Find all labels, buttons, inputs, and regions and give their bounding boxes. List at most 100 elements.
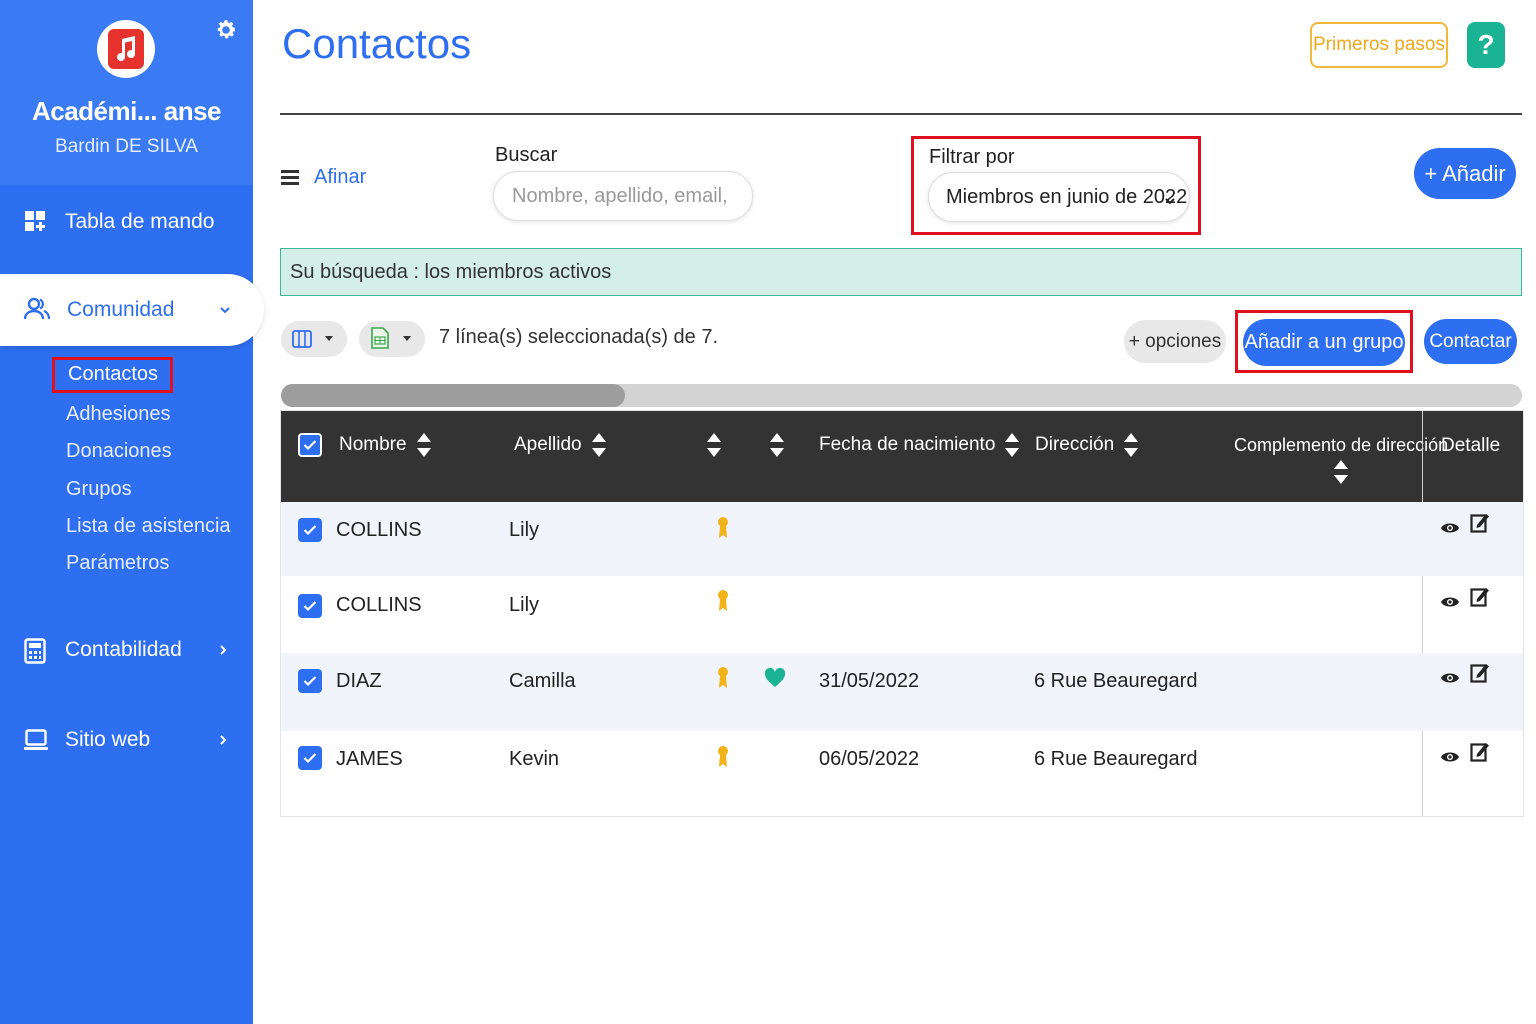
table-row[interactable]: JAMES Kevin 06/05/2022 6 Rue Beauregard [281,731,1523,811]
org-logo[interactable] [97,20,155,78]
more-options-button[interactable]: + opciones [1124,320,1226,363]
refine-label: Afinar [314,166,367,188]
sidebar-item-memberships[interactable]: Adhesiones [66,403,171,426]
col-birth-header[interactable]: Fecha de nacimiento [819,433,1020,457]
calculator-icon [24,638,48,664]
sort-icon [1124,433,1139,457]
user-name: Bardin DE SILVA [55,136,198,157]
add-to-group-button[interactable]: Añadir a un grupo [1243,319,1405,366]
row-birthdate: 31/05/2022 [819,670,920,692]
col-surname-header[interactable]: Apellido [514,433,606,457]
header-divider [280,113,1522,115]
filter-select[interactable]: Miembros en junio de 2022 [928,172,1190,222]
award-ribbon-icon [717,516,737,538]
row-surname: Camilla [509,670,576,692]
menu-icon [281,169,299,186]
col-address-header[interactable]: Dirección [1035,433,1139,457]
music-note-icon [108,29,144,69]
nav-accounting-label: Contabilidad [65,638,182,661]
col-badge-header[interactable] [707,433,721,457]
eye-icon[interactable] [1440,521,1460,541]
nav-accounting[interactable]: Contabilidad [0,620,253,680]
sidebar-item-settings[interactable]: Parámetros [66,552,169,575]
scrollbar-thumb[interactable] [281,384,625,407]
contacts-table: Nombre Apellido Fecha de nacimiento Dire… [280,410,1524,817]
edit-icon[interactable] [1470,741,1490,762]
horizontal-scrollbar[interactable] [281,384,1522,407]
search-label: Buscar [495,144,558,166]
caret-down-icon [403,336,411,341]
sidebar-item-groups[interactable]: Grupos [66,478,132,501]
nav-community-label: Comunidad [67,298,175,321]
first-steps-button[interactable]: Primeros pasos [1310,22,1448,68]
row-name: COLLINS [336,594,422,616]
chevron-down-icon [218,303,232,317]
eye-icon[interactable] [1440,671,1460,691]
chevron-right-icon [216,733,230,747]
nav-website[interactable]: Sitio web [0,710,253,770]
sidebar-header: Académi... anse Bardin DE SILVA [0,0,253,185]
add-button[interactable]: + Añadir [1414,148,1516,199]
row-name: DIAZ [336,670,382,692]
row-checkbox[interactable] [298,746,322,770]
search-summary-banner: Su búsqueda : los miembros activos [280,248,1522,296]
select-all-checkbox[interactable] [298,433,322,457]
table-header: Nombre Apellido Fecha de nacimiento Dire… [281,411,1523,502]
heart-icon [764,667,786,687]
award-ribbon-icon [717,666,737,688]
refine-toggle[interactable]: Afinar [281,166,366,189]
sidebar: Académi... anse Bardin DE SILVA Tabla de… [0,0,264,1024]
nav-website-label: Sitio web [65,728,151,751]
col-address-label: Dirección [1035,434,1115,455]
eye-icon[interactable] [1440,750,1460,770]
sort-icon [770,433,784,457]
row-surname: Lily [509,594,540,616]
table-row[interactable]: COLLINS Lily [281,502,1523,576]
col-heart-header[interactable] [770,433,784,457]
sort-icon [1334,460,1349,484]
nav-dashboard-label: Tabla de mando [65,210,215,233]
sort-icon [1005,433,1020,457]
sort-icon [591,433,606,457]
sidebar-item-attendance[interactable]: Lista de asistencia [66,515,231,538]
col-address2-label: Complemento de dirección [1234,435,1449,455]
col-name-header[interactable]: Nombre [339,433,431,457]
filter-select-value: Miembros en junio de 2022 [946,185,1188,208]
export-dropdown[interactable] [359,321,425,357]
table-row[interactable]: DIAZ Camilla 31/05/2022 6 Rue Beauregard [281,653,1523,731]
dashboard-grid-icon [24,210,48,234]
nav-community[interactable]: Comunidad [0,274,264,346]
monitor-icon [24,728,48,752]
col-detail-label: Detalle [1441,435,1501,456]
sort-icon [707,433,721,457]
col-birth-label: Fecha de nacimiento [819,434,996,455]
row-surname: Kevin [509,748,560,770]
col-address2-header[interactable]: Complemento de dirección [1234,435,1448,484]
row-checkbox[interactable] [298,518,322,542]
columns-dropdown[interactable] [281,321,347,357]
contact-button[interactable]: Contactar [1424,319,1517,364]
row-address: 6 Rue Beauregard [1034,670,1198,692]
row-address: 6 Rue Beauregard [1034,748,1198,770]
edit-icon[interactable] [1470,586,1490,607]
chevron-down-icon [1163,191,1177,205]
row-checkbox[interactable] [298,594,322,618]
gear-icon[interactable] [214,18,238,42]
table-row[interactable]: COLLINS Lily [281,576,1523,653]
sidebar-item-donations[interactable]: Donaciones [66,440,172,463]
col-detail-header: Detalle [1441,435,1500,457]
edit-icon[interactable] [1470,662,1490,683]
filter-label: Filtrar por [929,146,1015,168]
col-name-label: Nombre [339,434,407,455]
search-input[interactable] [493,171,753,221]
caret-down-icon [325,336,333,341]
sidebar-item-contacts[interactable]: Contactos [52,357,174,393]
edit-icon[interactable] [1470,512,1490,533]
col-surname-label: Apellido [514,434,582,455]
org-name: Académi... anse [31,96,222,126]
row-checkbox[interactable] [298,669,322,693]
nav-dashboard[interactable]: Tabla de mando [0,192,253,252]
help-button[interactable]: ? [1467,22,1505,68]
eye-icon[interactable] [1440,595,1460,615]
chevron-right-icon [216,643,230,657]
